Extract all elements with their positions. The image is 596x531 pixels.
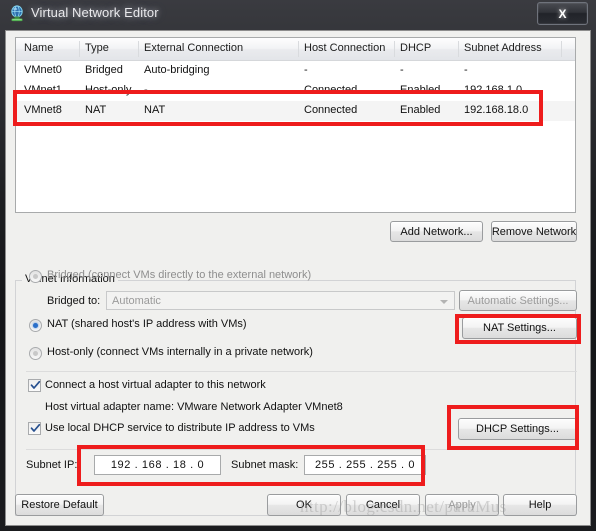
checkbox-connect-host-adapter[interactable] — [28, 379, 41, 392]
table-row-selected[interactable]: VMnet8 NAT NAT Connected Enabled 192.168… — [16, 101, 575, 121]
column-header-host-connection[interactable]: Host Connection — [304, 42, 385, 54]
radio-bridged-label[interactable]: Bridged (connect VMs directly to the ext… — [47, 269, 311, 281]
table-header-row: Name Type External Connection Host Conne… — [16, 38, 575, 61]
cell-dhcp: Enabled — [400, 84, 441, 96]
cell-dhcp: Enabled — [400, 104, 441, 116]
cell-external-connection: - — [144, 84, 148, 96]
nat-settings-button[interactable]: NAT Settings... — [462, 317, 577, 339]
bridged-to-value: Automatic — [112, 294, 161, 307]
network-list-table[interactable]: Name Type External Connection Host Conne… — [15, 37, 576, 213]
column-header-type[interactable]: Type — [85, 42, 109, 54]
bridged-to-label: Bridged to: — [47, 295, 101, 307]
column-header-dhcp[interactable]: DHCP — [400, 42, 431, 54]
host-adapter-name-label: Host virtual adapter name: VMware Networ… — [45, 401, 343, 413]
watermark-text: http://blog.csdn.net/paraMus — [300, 497, 507, 516]
column-header-name[interactable]: Name — [24, 42, 53, 54]
remove-network-label: Remove Network — [491, 225, 577, 238]
cell-subnet-address: 192.168.18.0 — [464, 104, 529, 116]
cell-host-connection: Connected — [304, 104, 358, 116]
column-header-subnet-address[interactable]: Subnet Address — [464, 42, 542, 54]
cell-dhcp: - — [400, 64, 404, 76]
dhcp-settings-label: DHCP Settings... — [476, 423, 559, 435]
subnet-ip-input[interactable]: 192 . 168 . 18 . 0 — [94, 455, 221, 475]
subnet-mask-input[interactable]: 255 . 255 . 255 . 0 — [304, 455, 426, 475]
cell-subnet-address: 192.168.1.0 — [464, 84, 523, 96]
use-local-dhcp-label[interactable]: Use local DHCP service to distribute IP … — [45, 422, 315, 434]
cell-host-connection: Connected — [304, 84, 358, 96]
column-divider[interactable] — [561, 41, 562, 57]
restore-default-label: Restore Default — [21, 499, 98, 511]
cell-type: NAT — [85, 104, 107, 116]
automatic-settings-label: Automatic Settings... — [467, 294, 569, 307]
radio-bridged[interactable] — [29, 270, 42, 283]
cell-external-connection: NAT — [144, 104, 166, 116]
add-network-label: Add Network... — [400, 225, 473, 238]
radio-nat[interactable] — [29, 319, 42, 332]
cell-external-connection: Auto-bridging — [144, 64, 210, 76]
automatic-settings-button[interactable]: Automatic Settings... — [459, 290, 577, 311]
column-divider[interactable] — [79, 41, 80, 57]
cell-type: Host-only — [85, 84, 132, 96]
table-row[interactable]: VMnet1 Host-only - Connected Enabled 192… — [16, 81, 575, 101]
dhcp-settings-button[interactable]: DHCP Settings... — [458, 418, 577, 440]
subnet-mask-value: 255 . 255 . 255 . 0 — [314, 459, 416, 471]
dialog-client-area: Name Type External Connection Host Conne… — [5, 30, 591, 526]
cell-name: VMnet1 — [24, 84, 62, 96]
help-button[interactable]: Help — [503, 494, 577, 516]
title-bar: Virtual Network Editor X — [0, 0, 596, 30]
column-header-external-connection[interactable]: External Connection — [144, 42, 243, 54]
connect-host-adapter-label[interactable]: Connect a host virtual adapter to this n… — [45, 379, 266, 391]
column-divider[interactable] — [458, 41, 459, 57]
checkbox-use-local-dhcp[interactable] — [28, 422, 41, 435]
vmware-network-globe-icon — [8, 5, 26, 23]
vmnet-information-group — [15, 280, 576, 516]
subnet-ip-label: Subnet IP: — [26, 459, 78, 471]
radio-host-only-label[interactable]: Host-only (connect VMs internally in a p… — [47, 346, 313, 358]
radio-host-only[interactable] — [29, 347, 42, 360]
cell-name: VMnet8 — [24, 104, 62, 116]
add-network-button[interactable]: Add Network... — [390, 221, 483, 242]
help-label: Help — [528, 499, 552, 511]
subnet-ip-value: 192 . 168 . 18 . 0 — [110, 459, 205, 471]
virtual-network-editor-window: Virtual Network Editor X Name Type Exter… — [0, 0, 596, 531]
column-divider[interactable] — [394, 41, 395, 57]
close-button[interactable]: X — [537, 2, 588, 25]
cell-type: Bridged — [85, 64, 123, 76]
restore-default-button[interactable]: Restore Default — [15, 494, 104, 516]
section-divider — [26, 371, 577, 372]
window-title: Virtual Network Editor — [31, 5, 159, 20]
radio-nat-label[interactable]: NAT (shared host's IP address with VMs) — [47, 318, 247, 330]
column-divider[interactable] — [298, 41, 299, 57]
subnet-mask-label: Subnet mask: — [231, 459, 299, 471]
nat-settings-label: NAT Settings... — [483, 322, 556, 334]
section-divider — [26, 449, 577, 450]
cell-name: VMnet0 — [24, 64, 62, 76]
table-row[interactable]: VMnet0 Bridged Auto-bridging - - - — [16, 61, 575, 81]
cell-host-connection: - — [304, 64, 308, 76]
column-divider[interactable] — [138, 41, 139, 57]
chevron-down-icon — [440, 300, 448, 304]
bridged-to-combobox[interactable]: Automatic — [106, 291, 455, 310]
remove-network-button[interactable]: Remove Network — [491, 221, 577, 242]
cell-subnet-address: - — [464, 64, 468, 76]
